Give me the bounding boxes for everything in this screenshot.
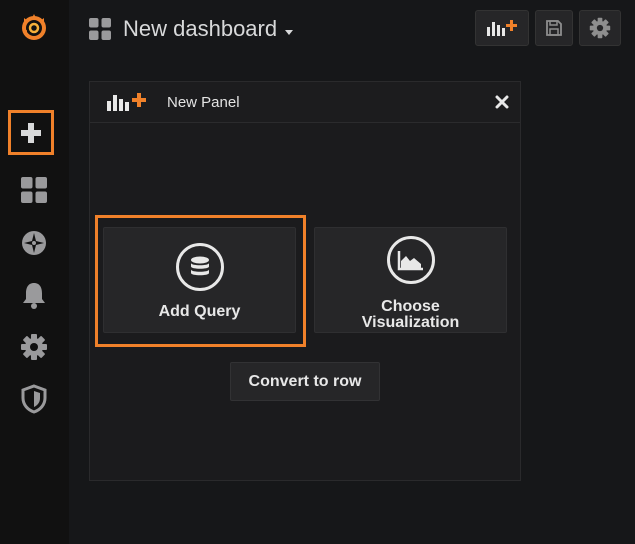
- plus-icon: [21, 122, 41, 143]
- add-panel-icon: [487, 20, 517, 36]
- shield-icon[interactable]: [17, 382, 51, 416]
- add-panel-button[interactable]: [475, 10, 529, 46]
- close-icon[interactable]: [494, 94, 510, 110]
- create-menu-highlight[interactable]: [8, 110, 54, 155]
- save-dashboard-button[interactable]: [535, 10, 573, 46]
- choose-visualization-label: Choose Visualization: [362, 299, 460, 331]
- choose-visualization-button[interactable]: Choose Visualization: [314, 227, 507, 333]
- gear-icon[interactable]: [17, 330, 51, 364]
- grafana-logo-icon[interactable]: [17, 10, 51, 44]
- gear-icon: [589, 17, 611, 39]
- add-panel-icon: [106, 92, 148, 117]
- compass-icon[interactable]: [17, 226, 51, 260]
- bell-icon[interactable]: [17, 278, 51, 312]
- dashboard-title[interactable]: New dashboard: [123, 16, 294, 42]
- add-query-button[interactable]: Add Query: [103, 227, 296, 333]
- database-icon: [175, 243, 224, 291]
- dashboard-grid-icon: [89, 18, 111, 45]
- choose-visualization-line2: Visualization: [361, 314, 460, 331]
- choose-visualization-line1: Choose: [381, 298, 440, 315]
- save-icon: [546, 20, 562, 36]
- panel-header: New Panel: [90, 82, 520, 123]
- dashboard-settings-button[interactable]: [579, 10, 621, 46]
- grid-icon[interactable]: [17, 173, 51, 207]
- panel-title: New Panel: [167, 94, 240, 111]
- add-query-label: Add Query: [158, 303, 241, 320]
- sidebar: [0, 0, 69, 544]
- chevron-down-icon: [285, 29, 294, 35]
- area-chart-icon: [386, 236, 435, 284]
- dashboard-title-text: New dashboard: [123, 16, 278, 41]
- convert-to-row-button[interactable]: Convert to row: [230, 362, 380, 401]
